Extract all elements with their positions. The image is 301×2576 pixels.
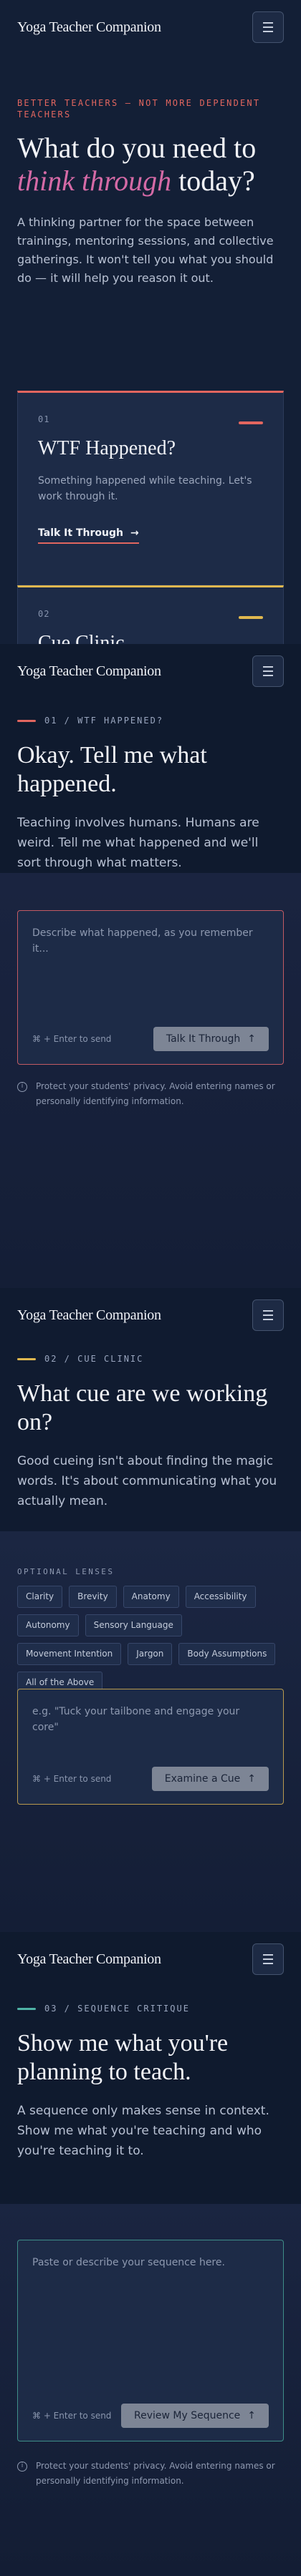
hero-title-line1: What do you need to [17,132,257,164]
tool-card-wtf[interactable]: 01 WTF Happened? Something happened whil… [17,391,284,585]
lens-chip-group: Clarity Brevity Anatomy Accessibility Au… [17,1586,290,1694]
info-icon: i [17,1082,27,1092]
top-bar: Yoga Teacher Companion [0,644,301,698]
hamburger-icon [263,1954,273,1956]
section-tag: 03 / Sequence Critique [17,2004,284,2014]
cue-section: Yoga Teacher Companion 02 / Cue Clinic W… [0,1288,301,1932]
tag-line [17,2007,36,2010]
wtf-textarea[interactable]: Describe what happened, as you remember … [17,910,284,1065]
brand-logo[interactable]: Yoga Teacher Companion [17,663,161,680]
menu-button[interactable] [252,655,284,687]
arrow-right-icon: → [130,527,139,539]
hero-eyebrow: Better teachers — not more dependent tea… [17,98,261,119]
section-description: Good cueing isn't about finding the magi… [17,1454,277,1508]
card-number: 02 [38,609,50,619]
arrow-up-icon: ↑ [247,1773,256,1785]
section-title: Okay. Tell me what happened. [17,742,207,797]
menu-button[interactable] [252,1943,284,1975]
section-tag-label: 02 / Cue Clinic [44,1354,144,1364]
privacy-text: Protect your students' privacy. Avoid en… [36,2461,275,2486]
section-description: Teaching involves humans. Humans are wei… [17,816,259,870]
top-bar: Yoga Teacher Companion [0,1288,301,1342]
lens-chip-anatomy[interactable]: Anatomy [123,1586,179,1608]
card-description: Something happened while teaching. Let's… [38,475,252,502]
top-bar: Yoga Teacher Companion [0,0,301,54]
section-tag: 01 / WTF Happened? [17,716,284,726]
section-description: A sequence only makes sense in context. … [17,2104,269,2158]
card-accent-bar [239,616,263,619]
review-sequence-button[interactable]: Review My Sequence ↑ [120,2404,269,2428]
lens-chip-brevity[interactable]: Brevity [69,1586,117,1608]
card-cta-label: Talk It Through [38,527,123,539]
top-bar: Yoga Teacher Companion [0,1932,301,1986]
card-title: WTF Happened? [38,437,176,459]
textarea-placeholder: Describe what happened, as you remember … [32,927,253,955]
lens-chip-body-assumptions[interactable]: Body Assumptions [178,1643,276,1665]
lens-chip-sensory-language[interactable]: Sensory Language [85,1614,182,1636]
card-number: 01 [38,414,50,424]
lens-chip-clarity[interactable]: Clarity [17,1586,63,1608]
cue-textarea[interactable]: e.g. "Tuck your tailbone and engage your… [17,1689,284,1805]
lenses-label: Optional Lenses [17,1567,115,1576]
textarea-placeholder: Paste or describe your sequence here. [32,2257,225,2268]
textarea-placeholder: e.g. "Tuck your tailbone and engage your… [32,1706,240,1733]
sequence-header: 03 / Sequence Critique Show me what you'… [0,2004,301,2161]
section-title: What cue are we working on? [17,1380,268,1435]
hero-eyebrow-wrap: Better teachers — not more dependent tea… [17,97,284,120]
section-title: Show me what you're planning to teach. [17,2030,229,2085]
send-hint: ⌘ + Enter to send [32,2411,112,2421]
menu-button[interactable] [252,1299,284,1331]
card-title: Cue Clinic [38,632,125,644]
privacy-note: i Protect your students' privacy. Avoid … [17,2459,284,2489]
lens-chip-autonomy[interactable]: Autonomy [17,1614,79,1636]
lens-chip-jargon[interactable]: Jargon [128,1643,173,1665]
section-tag-label: 01 / WTF Happened? [44,716,164,726]
talk-it-through-button[interactable]: Talk It Through ↑ [153,1027,269,1051]
tool-card-cue[interactable]: 02 Cue Clinic [17,585,284,644]
hamburger-icon [263,666,273,668]
privacy-text: Protect your students' privacy. Avoid en… [36,1081,275,1106]
send-hint: ⌘ + Enter to send [32,1034,112,1044]
privacy-note: i Protect your students' privacy. Avoid … [17,1079,284,1109]
lens-chip-movement-intention[interactable]: Movement Intention [17,1643,122,1665]
send-hint: ⌘ + Enter to send [32,1774,112,1784]
hero-section: Yoga Teacher Companion Better teachers —… [0,0,301,644]
wtf-header: 01 / WTF Happened? Okay. Tell me what ha… [0,716,301,873]
hero-title-emphasis: think through [17,165,172,197]
hero-title: What do you need to think through today? [17,132,284,197]
section-tag-label: 03 / Sequence Critique [44,2004,190,2014]
brand-logo[interactable]: Yoga Teacher Companion [17,19,161,36]
wtf-section: Yoga Teacher Companion 01 / WTF Happened… [0,644,301,1288]
info-icon: i [17,2462,27,2472]
card-accent-bar [239,421,263,424]
hamburger-icon [263,22,273,24]
tag-line [17,719,36,722]
sequence-section: Yoga Teacher Companion 03 / Sequence Cri… [0,1932,301,2576]
brand-logo[interactable]: Yoga Teacher Companion [17,1951,161,1968]
tag-line [17,1357,36,1360]
brand-logo[interactable]: Yoga Teacher Companion [17,1307,161,1324]
arrow-up-icon: ↑ [247,1033,256,1045]
arrow-up-icon: ↑ [247,2410,256,2421]
examine-cue-button[interactable]: Examine a Cue ↑ [151,1767,269,1791]
cue-header: 02 / Cue Clinic What cue are we working … [0,1354,301,1511]
section-tag: 02 / Cue Clinic [17,1354,284,1364]
lens-chip-accessibility[interactable]: Accessibility [185,1586,256,1608]
menu-button[interactable] [252,11,284,43]
sequence-textarea[interactable]: Paste or describe your sequence here. ⌘ … [17,2240,284,2441]
hero-body: A thinking partner for the space between… [17,215,274,285]
hamburger-icon [263,1310,273,1312]
hero-title-tail: today? [171,165,255,197]
talk-it-through-link[interactable]: Talk It Through → [38,527,139,544]
